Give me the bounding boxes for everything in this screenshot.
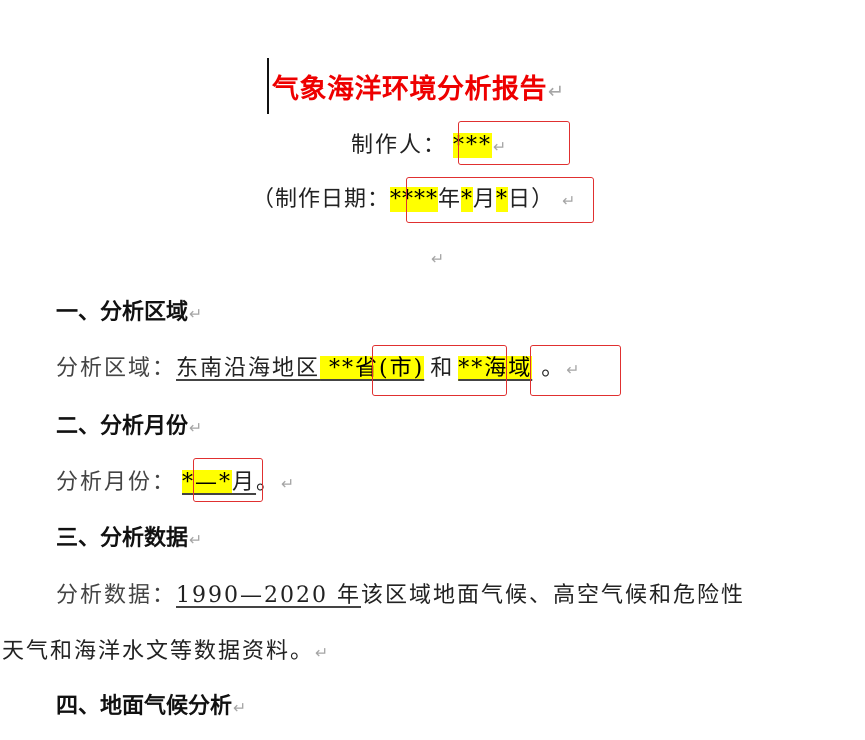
region-label: 分析区域：: [56, 356, 177, 381]
paragraph-mark-icon: ↵: [281, 474, 297, 493]
paragraph-mark-icon: ↵: [431, 249, 447, 268]
heading-text: 四、地面气候分析: [56, 694, 233, 719]
data-years[interactable]: 1990—2020 年: [176, 583, 361, 608]
text-cursor: [267, 58, 269, 114]
section-heading-surface-climate: 四、地面气候分析↵: [56, 690, 246, 725]
paragraph-mark-icon: ↵: [189, 304, 203, 323]
empty-paragraph: ↵: [430, 240, 446, 277]
date-label: （制作日期：: [252, 187, 391, 212]
paragraph-mark-icon: ↵: [233, 698, 247, 717]
sea-highlight-box: [530, 345, 621, 396]
paragraph-mark-icon: ↵: [548, 80, 565, 103]
data-label: 分析数据：: [56, 583, 177, 608]
section-heading-data: 三、分析数据↵: [56, 522, 202, 557]
date-field-highlight-box: [406, 177, 594, 223]
heading-text: 三、分析数据: [56, 526, 189, 551]
paragraph-mark-icon: ↵: [189, 418, 203, 437]
document-title[interactable]: 气象海洋环境分析报告↵: [272, 70, 565, 112]
author-label: 制作人：: [351, 133, 448, 158]
heading-text: 二、分析月份: [56, 414, 189, 439]
paragraph-mark-icon: ↵: [189, 530, 203, 549]
author-field-highlight-box: [458, 121, 570, 165]
section-heading-region: 一、分析区域↵: [56, 296, 202, 331]
province-highlight-box: [372, 345, 507, 396]
data-line1-text: 该区域地面气候、高空气候和危险性: [361, 583, 746, 608]
month-highlight-box: [193, 458, 263, 502]
data-paragraph-line1: 分析数据：1990—2020 年该区域地面气候、高空气候和危险性: [56, 578, 745, 614]
paragraph-mark-icon: ↵: [315, 643, 331, 662]
title-text: 气象海洋环境分析报告: [272, 74, 547, 105]
data-line2-text: 天气和海洋水文等数据资料。: [2, 639, 315, 664]
section-heading-month: 二、分析月份↵: [56, 410, 202, 445]
heading-text: 一、分析区域: [56, 300, 189, 325]
data-paragraph-line2: 天气和海洋水文等数据资料。↵: [2, 634, 330, 671]
month-label: 分析月份：: [56, 470, 177, 495]
region-area[interactable]: 东南沿海地区: [176, 356, 320, 381]
